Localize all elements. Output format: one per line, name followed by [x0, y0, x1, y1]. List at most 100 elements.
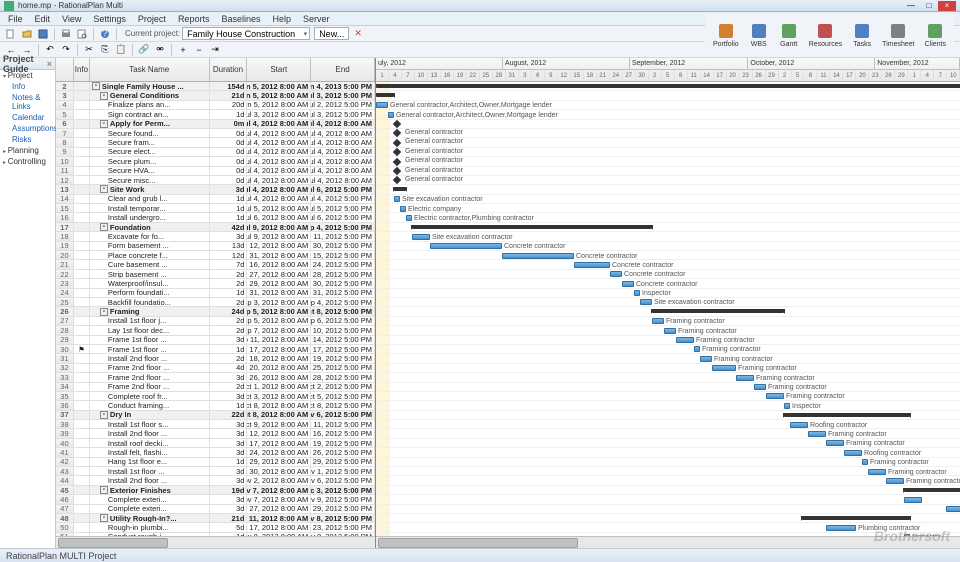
gantt-bar[interactable]: Roofing contractor [790, 422, 808, 428]
gantt-row[interactable]: Framing contractor [376, 383, 960, 392]
gantt-row[interactable] [376, 486, 960, 495]
menu-help[interactable]: Help [266, 14, 297, 24]
zoom-in-icon[interactable]: + [176, 43, 190, 57]
gantt-bar[interactable] [904, 497, 922, 503]
gantt-row[interactable]: Concrete contractor [376, 270, 960, 279]
task-row[interactable]: 27Install 1st floor j...2dSep 5, 2012 8:… [56, 317, 375, 326]
gantt-bar[interactable]: Site excavation contractor [640, 299, 652, 305]
gantt-row[interactable]: Concrete contractor [376, 242, 960, 251]
task-row[interactable]: 12Secure misc...0dJul 4, 2012 8:00 AMJul… [56, 176, 375, 185]
task-row[interactable]: 14Clear and grub l...1dJul 4, 2012 8:00 … [56, 195, 375, 204]
gantt-row[interactable]: General contractor [376, 176, 960, 185]
gantt-bar[interactable]: General contractor,Architect,Owner,Mortg… [388, 112, 394, 118]
task-row[interactable]: 20Place concrete f...12dJul 31, 2012 8:0… [56, 251, 375, 260]
gantt-bar[interactable]: Framing contractor [808, 431, 826, 437]
task-row[interactable]: 15Install temporar...1dJul 5, 2012 8:00 … [56, 204, 375, 213]
gantt-row[interactable] [376, 514, 960, 523]
guide-item-info[interactable]: Info [0, 81, 55, 92]
expand-icon[interactable]: - [100, 308, 108, 316]
gantt-bar[interactable]: Roofing contractor [844, 450, 862, 456]
gantt-bar[interactable]: Framing contractor [826, 440, 844, 446]
gantt-row[interactable]: Framing contractor [376, 364, 960, 373]
guide-item-planning[interactable]: Planning [0, 145, 55, 156]
gantt-row[interactable] [376, 223, 960, 232]
gantt-bar[interactable]: Framing contractor [664, 328, 676, 334]
gantt-bar[interactable]: Framing contractor [694, 346, 700, 352]
gantt-row[interactable]: Inspector [376, 401, 960, 410]
gantt-bar[interactable] [376, 93, 394, 97]
save-icon[interactable] [36, 27, 50, 41]
view-portfolio[interactable]: Portfolio [709, 19, 743, 50]
task-row[interactable]: 34Frame 2nd floor ...2dOct 1, 2012 8:00 … [56, 383, 375, 392]
gantt-bar[interactable] [784, 413, 910, 417]
task-row[interactable]: 24Perform foundati...1dAug 31, 2012 8:00… [56, 289, 375, 298]
gantt-bar[interactable]: Framing contractor [700, 356, 712, 362]
gantt-bar[interactable]: Framing contractor [754, 384, 766, 390]
col-duration[interactable]: Duration [210, 58, 248, 81]
gantt-row[interactable]: Concrete contractor [376, 279, 960, 288]
expand-icon[interactable]: - [100, 514, 108, 522]
gantt-bar[interactable]: Concrete contractor [502, 253, 574, 259]
gantt-row[interactable]: Framing contractor [376, 439, 960, 448]
menu-file[interactable]: File [2, 14, 29, 24]
gantt-row[interactable] [376, 495, 960, 504]
expand-icon[interactable]: - [100, 411, 108, 419]
task-row[interactable]: 30⚑Frame 1st floor ...1dSep 17, 2012 8:0… [56, 345, 375, 354]
guide-item-assumptions[interactable]: Assumptions [0, 123, 55, 134]
gantt-row[interactable]: Site excavation contractor [376, 232, 960, 241]
view-gantt[interactable]: Gantt [775, 19, 803, 50]
gantt-row[interactable]: Framing contractor [376, 326, 960, 335]
task-row[interactable]: 5Sign contract an...1dJul 3, 2012 8:00 A… [56, 110, 375, 119]
milestone-icon[interactable] [393, 129, 401, 137]
task-row[interactable]: 6-Apply for Perm...0mJul 4, 2012 8:00 AM… [56, 120, 375, 129]
gantt-bar[interactable] [904, 488, 960, 492]
gantt-bar[interactable]: Site excavation contractor [394, 196, 400, 202]
task-row[interactable]: 8Secure fram...0dJul 4, 2012 8:00 AMJul … [56, 138, 375, 147]
task-row[interactable]: 23Waterproof/insul...2dAug 29, 2012 8:00… [56, 279, 375, 288]
task-row[interactable]: 39Install 2nd floor ...3dOct 12, 2012 8:… [56, 429, 375, 438]
gantt-row[interactable]: Framing contractor [376, 373, 960, 382]
task-row[interactable]: 17-Foundation42dJul 9, 2012 8:00 AMSep 4… [56, 223, 375, 232]
new-project-button[interactable]: New... [314, 27, 349, 40]
gantt-row[interactable] [376, 307, 960, 316]
col-end[interactable]: End [311, 58, 375, 81]
gantt-bar[interactable] [802, 516, 910, 520]
gantt-bar[interactable]: Electric contractor,Plumbing contractor [406, 215, 412, 221]
gantt-bar[interactable]: Framing contractor [676, 337, 694, 343]
gantt-bar[interactable]: Framing contractor [886, 478, 904, 484]
task-row[interactable]: 45-Exterior Finishes19dNov 7, 2012 8:00 … [56, 486, 375, 495]
cut-icon[interactable]: ✂ [82, 43, 96, 57]
task-row[interactable]: 26-Framing24dSep 5, 2012 8:00 AMOct 8, 2… [56, 307, 375, 316]
gantt-row[interactable]: Inspector [376, 289, 960, 298]
gantt-bar[interactable] [946, 506, 960, 512]
gantt-bar[interactable]: Concrete contractor [610, 271, 622, 277]
guide-item-risks[interactable]: Risks [0, 134, 55, 145]
menu-edit[interactable]: Edit [29, 14, 57, 24]
guide-item-notes-links[interactable]: Notes & Links [0, 92, 55, 112]
gantt-bar[interactable]: Inspector [634, 290, 640, 296]
task-row[interactable]: 13-Site Work3dJul 4, 2012 8:00 AMJul 6, … [56, 185, 375, 194]
gantt-row[interactable]: General contractor [376, 129, 960, 138]
guide-item-project[interactable]: Project [0, 70, 55, 81]
gantt-row[interactable] [376, 91, 960, 100]
col-rownum[interactable] [56, 58, 74, 81]
guide-item-calendar[interactable]: Calendar [0, 112, 55, 123]
gantt-bar[interactable] [376, 84, 960, 88]
milestone-icon[interactable] [393, 167, 401, 175]
print-preview-icon[interactable] [75, 27, 89, 41]
gantt-row[interactable]: Framing contractor [376, 458, 960, 467]
task-row[interactable]: 10Secure plum...0dJul 4, 2012 8:00 AMJul… [56, 157, 375, 166]
task-row[interactable]: 22Strip basement ...2dAug 27, 2012 8:00 … [56, 270, 375, 279]
gantt-row[interactable]: Framing contractor [376, 336, 960, 345]
menu-project[interactable]: Project [132, 14, 172, 24]
task-row[interactable]: 35Complete roof fr...3dOct 3, 2012 8:00 … [56, 392, 375, 401]
gantt-row[interactable] [376, 120, 960, 129]
gantt-row[interactable]: Roofing contractor [376, 420, 960, 429]
gantt-bar[interactable]: Electric company [400, 206, 406, 212]
gantt-bar[interactable] [394, 187, 406, 191]
milestone-icon[interactable] [393, 139, 401, 147]
project-selector[interactable]: Family House Construction [182, 27, 310, 40]
milestone-icon[interactable] [393, 120, 401, 128]
milestone-icon[interactable] [393, 157, 401, 165]
gantt-row[interactable]: General contractor [376, 148, 960, 157]
